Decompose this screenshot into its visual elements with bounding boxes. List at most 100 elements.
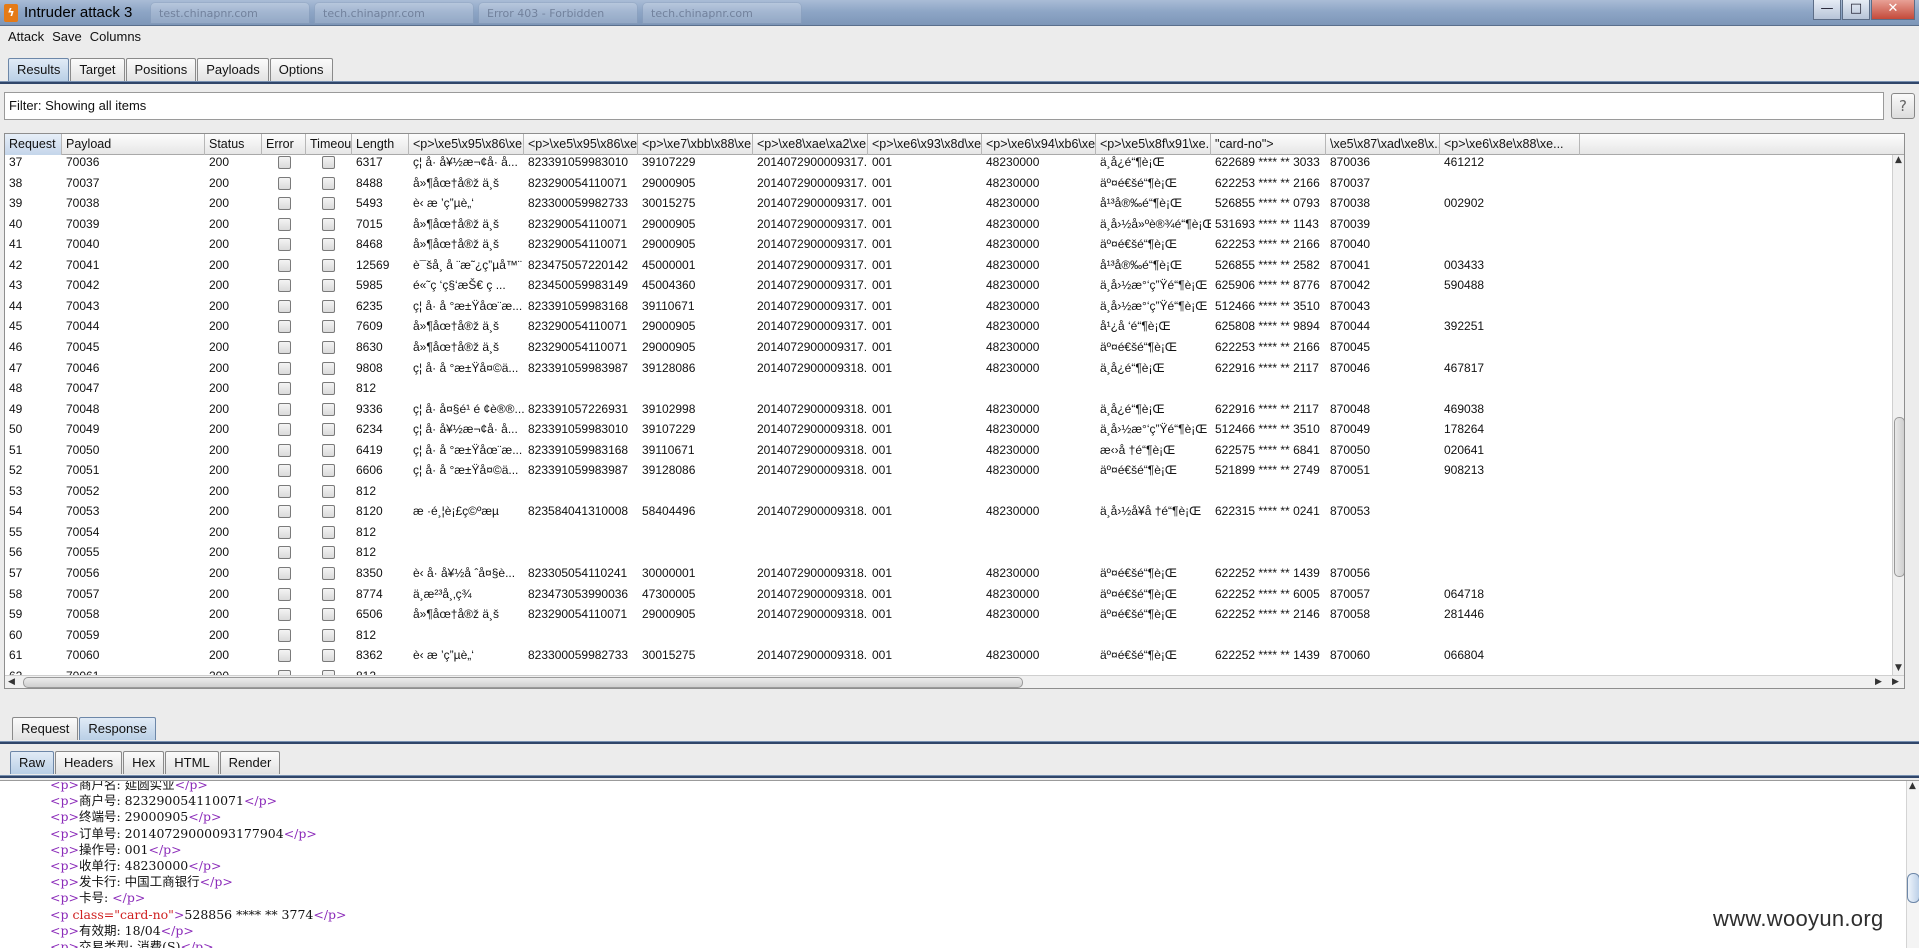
column-header[interactable]: <p>\xe6\x94\xb6\xe... bbox=[982, 134, 1096, 155]
raw-response-view[interactable]: ▲ <p>商户名: 延圆实业</p> <p>商户号: 82329005411007… bbox=[0, 780, 1919, 948]
tab-headers[interactable]: Headers bbox=[55, 751, 123, 774]
table-row[interactable]: 50 70049 200 6234 ç¦ å· å¥½æ¬¢å· å... 8233910… bbox=[5, 419, 1902, 440]
table-cell bbox=[524, 378, 638, 399]
column-header[interactable]: <p>\xe5\x95\x86\xe... bbox=[409, 134, 524, 155]
column-header[interactable]: "card-no"> bbox=[1211, 134, 1326, 155]
column-header[interactable]: Length bbox=[352, 134, 409, 155]
table-row[interactable]: 58 70057 200 8774 ä¸æ²³å¸‚ç¾ 823473053990036 4… bbox=[5, 584, 1902, 605]
tab-html[interactable]: HTML bbox=[165, 751, 219, 774]
table-cell: 823305054110241 bbox=[528, 566, 628, 580]
table-cell: 200 bbox=[209, 278, 230, 293]
table-row[interactable]: 61 70060 200 8362 è‹ æ ’ç”µè„‘ 82330005998273… bbox=[5, 645, 1902, 666]
raw-vertical-scrollbar[interactable]: ▲ bbox=[1906, 781, 1919, 948]
menu-save[interactable]: Save bbox=[52, 27, 82, 47]
raw-scroll-thumb[interactable] bbox=[1907, 873, 1919, 903]
table-cell: 622916 **** ** 2117 bbox=[1215, 401, 1319, 416]
minimize-button[interactable]: — bbox=[1813, 0, 1841, 20]
close-button[interactable]: ✕ bbox=[1871, 0, 1915, 20]
column-header[interactable]: Payload bbox=[62, 134, 205, 155]
table-cell: 812 bbox=[352, 666, 409, 675]
table-cell: è¯šå¸ å ¨æ˜¿ç”µå™¨ bbox=[413, 257, 522, 272]
column-header[interactable]: <p>\xe6\x93\x8d\xe... bbox=[868, 134, 982, 155]
tab-positions[interactable]: Positions bbox=[125, 58, 197, 81]
table-cell bbox=[982, 666, 1096, 675]
table-row[interactable]: 51 70050 200 6419 ç¦ å· å °æ±Ÿåœ¨æ... 8233910… bbox=[5, 440, 1902, 461]
maximize-button[interactable]: □ bbox=[1842, 0, 1870, 20]
table-row[interactable]: 38 70037 200 8488 å»¶åœ†å®ž ä¸š 8232900541100… bbox=[5, 173, 1902, 194]
table-row[interactable]: 59 70058 200 6506 å»¶åœ†å®ž ä¸š 8232900541100… bbox=[5, 604, 1902, 625]
table-row[interactable]: 42 70041 200 12569 è¯šå¸ å ¨æ˜¿ç”µå™¨ 8234750… bbox=[5, 255, 1902, 276]
table-row[interactable]: 47 70046 200 9808 ç¦ å· å °æ±Ÿå¤©ä... 8233910… bbox=[5, 358, 1902, 379]
table-row[interactable]: 40 70039 200 7015 å»¶åœ†å®ž ä¸š 8232900541100… bbox=[5, 214, 1902, 235]
table-cell: 37 bbox=[9, 155, 23, 169]
tab-hex[interactable]: Hex bbox=[123, 751, 165, 774]
table-cell: 9808 bbox=[356, 360, 383, 375]
html-open-tag: <p> bbox=[50, 939, 79, 948]
table-cell: 39110671 bbox=[642, 298, 695, 313]
help-button[interactable]: ? bbox=[1891, 93, 1915, 119]
table-row[interactable]: 57 70056 200 8350 è‹ å· å¥½å ˆå¤§è... 8233050… bbox=[5, 563, 1902, 584]
scroll-up-icon[interactable]: ▲ bbox=[1909, 781, 1916, 791]
table-vertical-scrollbar[interactable]: ▲ ▼ bbox=[1892, 155, 1904, 675]
scroll-up-icon[interactable]: ▲ bbox=[1895, 155, 1902, 165]
table-row[interactable]: 49 70048 200 9336 ç¦ å· å¤§é¹ é ¢è®®... 82339… bbox=[5, 399, 1902, 420]
background-tab: tech.chinapnr.com bbox=[642, 2, 802, 24]
table-row[interactable]: 54 70053 200 8120 æ ·é¸¦è¡£ç©ºæµ 823584041310… bbox=[5, 501, 1902, 522]
pane-splitter[interactable] bbox=[0, 702, 1919, 712]
tab-target[interactable]: Target bbox=[70, 58, 125, 81]
tab-results[interactable]: Results bbox=[8, 58, 70, 81]
menu-columns[interactable]: Columns bbox=[90, 27, 141, 47]
table-row[interactable]: 44 70043 200 6235 ç¦ å· å °æ±Ÿåœ¨æ... 8233910… bbox=[5, 296, 1902, 317]
column-header[interactable]: <p>\xe6\x8e\x88\xe... bbox=[1440, 134, 1580, 155]
tab-render[interactable]: Render bbox=[219, 751, 281, 774]
table-row[interactable]: 37 70036 200 6317 ç¦ å· å¥½æ¬¢å· å... 8233910… bbox=[5, 155, 1902, 173]
vertical-scroll-thumb[interactable] bbox=[1894, 417, 1904, 577]
column-header[interactable]: Request ▲ bbox=[5, 134, 62, 155]
table-row[interactable]: 52 70051 200 6606 ç¦ å· å °æ±Ÿå¤©ä... 8233910… bbox=[5, 460, 1902, 481]
tab-raw[interactable]: Raw bbox=[10, 751, 55, 774]
scroll-down-icon[interactable]: ▼ bbox=[1895, 663, 1902, 673]
table-row[interactable]: 60 70059 200 812 bbox=[5, 625, 1902, 646]
table-row[interactable]: 43 70042 200 5985 é«˜ç ‘ç§‘æŠ€ ç ... 82345005… bbox=[5, 275, 1902, 296]
timeout-checkbox bbox=[322, 628, 335, 642]
table-row[interactable]: 41 70040 200 8468 å»¶åœ†å®ž ä¸š 8232900541100… bbox=[5, 234, 1902, 255]
table-row[interactable]: 46 70045 200 8630 å»¶åœ†å®ž ä¸š 8232900541100… bbox=[5, 337, 1902, 358]
column-header[interactable]: \xe5\x87\xad\xe8\x... bbox=[1326, 134, 1440, 155]
table-row[interactable]: 48 70047 200 812 bbox=[5, 378, 1902, 399]
column-header[interactable]: <p>\xe8\xae\xa2\xe... bbox=[753, 134, 868, 155]
tab-request[interactable]: Request bbox=[12, 717, 79, 740]
table-row[interactable]: 6270061200 812 bbox=[5, 666, 1902, 675]
table-row[interactable]: 55 70054 200 812 bbox=[5, 522, 1902, 543]
table-horizontal-scrollbar[interactable]: ◀ ▶ ▶ bbox=[5, 675, 1904, 688]
table-row[interactable]: 53 70052 200 812 bbox=[5, 481, 1902, 502]
error-checkbox bbox=[278, 279, 291, 293]
table-row[interactable]: 39 70038 200 5493 è‹ æ ’ç”µè„‘ 82330005998273… bbox=[5, 193, 1902, 214]
column-header[interactable]: <p>\xe5\x8f\x91\xe... bbox=[1096, 134, 1211, 155]
table-cell bbox=[638, 378, 753, 399]
column-header[interactable]: <p>\xe7\xbb\x88\xe... bbox=[638, 134, 753, 155]
column-header[interactable]: Status bbox=[205, 134, 262, 155]
table-row[interactable]: 56 70055 200 812 bbox=[5, 542, 1902, 563]
table-cell: 29000905 bbox=[642, 175, 696, 190]
table-cell: é«˜ç ‘ç§‘æŠ€ ç ... bbox=[413, 278, 506, 293]
table-cell: 870045 bbox=[1330, 339, 1371, 354]
tab-payloads[interactable]: Payloads bbox=[197, 58, 269, 81]
horizontal-scroll-thumb[interactable] bbox=[23, 677, 1023, 688]
scroll-right-end-icon[interactable]: ▶ bbox=[1892, 677, 1899, 687]
tab-options[interactable]: Options bbox=[269, 58, 333, 81]
scroll-left-icon[interactable]: ◀ bbox=[8, 677, 15, 687]
menu-attack[interactable]: Attack bbox=[8, 27, 44, 47]
column-header[interactable]: Timeout bbox=[306, 134, 352, 155]
column-header[interactable]: Error bbox=[262, 134, 306, 155]
tab-response[interactable]: Response bbox=[79, 717, 156, 740]
error-checkbox bbox=[278, 423, 291, 437]
table-cell bbox=[409, 666, 524, 675]
scroll-right-icon[interactable]: ▶ bbox=[1875, 677, 1882, 687]
column-header[interactable]: <p>\xe5\x95\x86\xe... bbox=[524, 134, 638, 155]
table-cell bbox=[409, 378, 524, 399]
table-cell bbox=[1096, 542, 1211, 563]
table-cell: 48230000 bbox=[986, 360, 1040, 375]
filter-bar[interactable]: Filter: Showing all items bbox=[4, 92, 1884, 120]
table-row[interactable]: 45 70044 200 7609 å»¶åœ†å®ž ä¸š 8232900541100… bbox=[5, 316, 1902, 337]
table-cell: 590488 bbox=[1444, 278, 1485, 293]
